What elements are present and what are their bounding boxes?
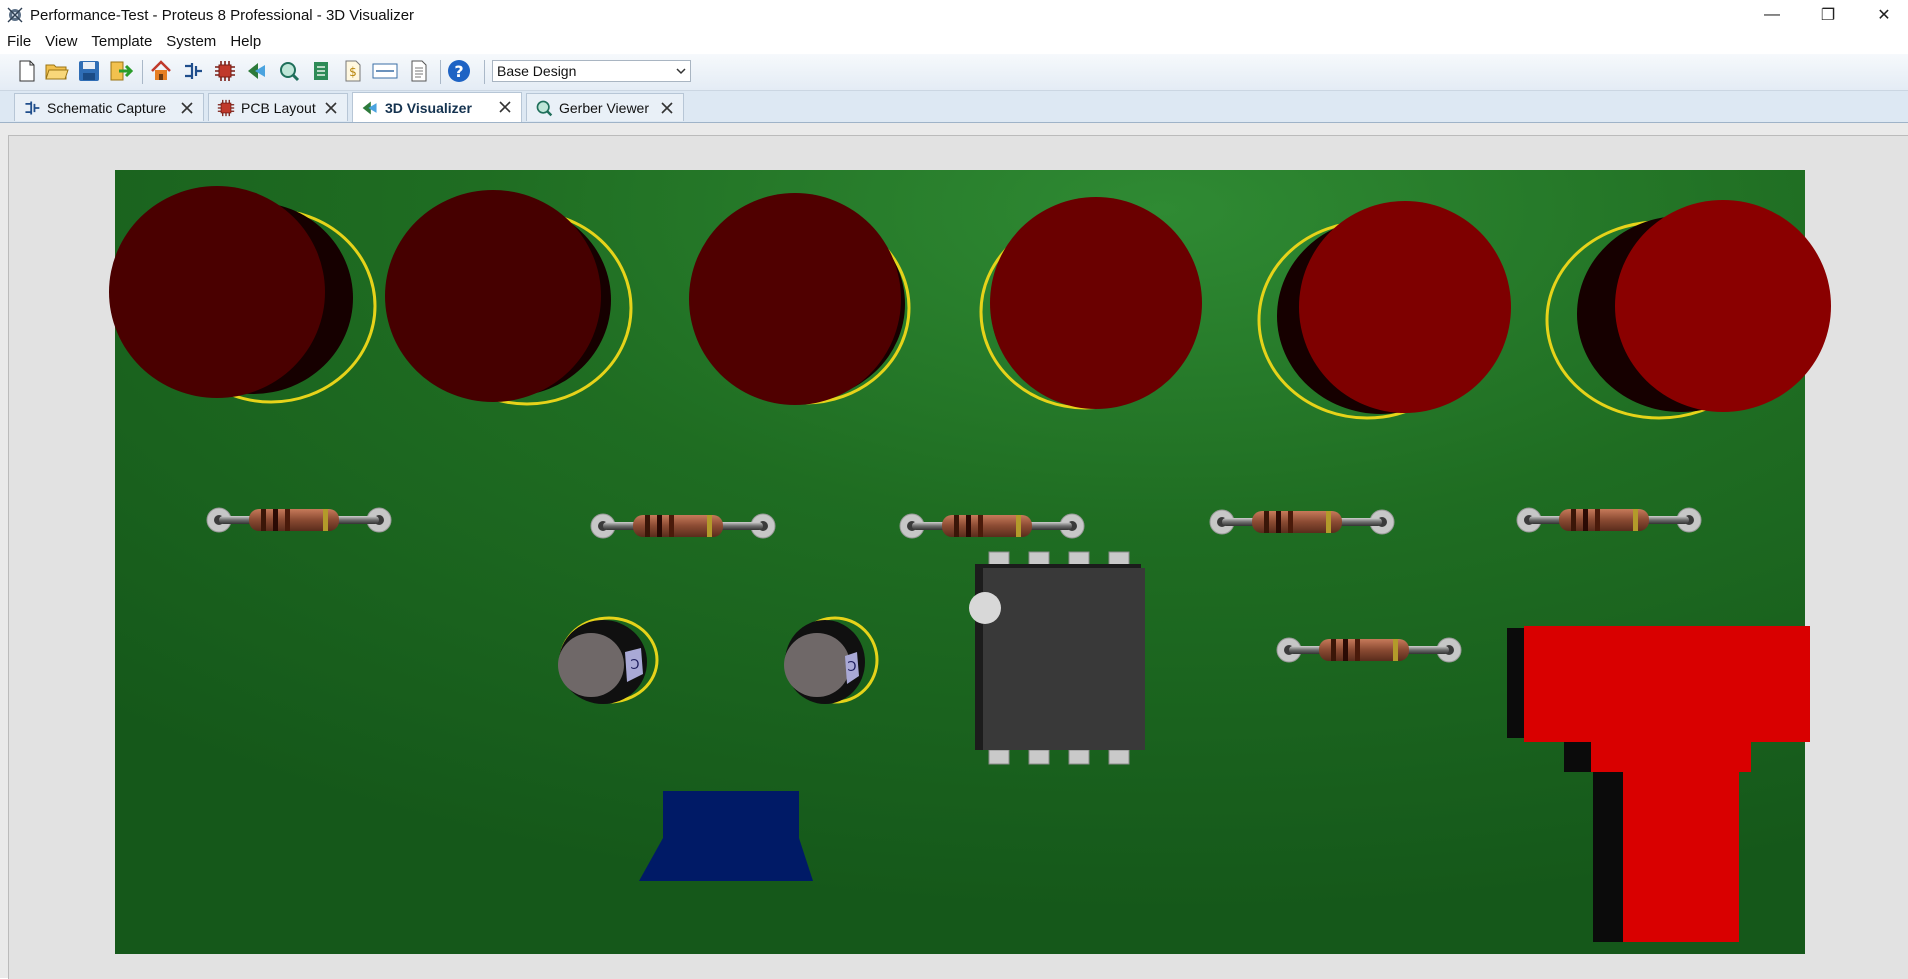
3d-viewport[interactable]: Ɔ Ɔ — [8, 135, 1908, 979]
restore-icon: ❐ — [1820, 7, 1836, 24]
menu-view[interactable]: View — [38, 30, 84, 54]
schematic-icon — [25, 100, 40, 115]
pcb-icon — [217, 99, 235, 116]
save-icon — [79, 61, 99, 81]
svg-text:Ɔ: Ɔ — [847, 660, 856, 675]
open-folder-icon — [45, 64, 69, 80]
tab-gerber-viewer[interactable]: Gerber Viewer — [526, 93, 684, 121]
document-tabs: Schematic Capture PCB Layout 3D Visualiz… — [0, 91, 1908, 123]
import-icon — [110, 61, 133, 81]
menu-help[interactable]: Help — [223, 30, 268, 54]
schematic-button[interactable] — [180, 58, 206, 84]
tab-label: Gerber Viewer — [559, 99, 650, 116]
cost-icon: $ — [345, 60, 361, 82]
capacitor-1: Ɔ — [558, 616, 659, 704]
minimize-icon: — — [1764, 6, 1780, 23]
bom-icon — [314, 62, 328, 80]
gerber-button[interactable] — [276, 58, 302, 84]
main-toolbar: $ ? — [0, 54, 1908, 91]
tab-pcb-layout[interactable]: PCB Layout — [208, 93, 348, 121]
toolbar-separator — [440, 60, 441, 84]
cost-button[interactable]: $ — [340, 58, 366, 84]
notes-button[interactable] — [406, 58, 432, 84]
proteus-app-icon — [7, 7, 23, 23]
svg-text:?: ? — [454, 62, 463, 81]
pcb-3d-scene[interactable]: Ɔ Ɔ — [9, 136, 1908, 979]
menu-file[interactable]: File — [0, 30, 38, 54]
3d-visualizer-icon — [248, 63, 265, 79]
close-icon[interactable] — [659, 100, 675, 116]
pcb-icon — [215, 61, 235, 81]
3d-visualizer-icon — [362, 100, 377, 115]
pcb-board — [115, 170, 1805, 954]
chevron-down-icon — [676, 68, 686, 75]
menu-template[interactable]: Template — [84, 30, 159, 54]
new-file-icon — [19, 60, 35, 82]
toolbar-separator — [484, 60, 485, 84]
help-icon: ? — [448, 60, 470, 82]
title-bar: Performance-Test - Proteus 8 Professiona… — [0, 0, 1908, 30]
tab-label: Schematic Capture — [47, 99, 167, 116]
menu-system[interactable]: System — [159, 30, 223, 54]
blue-component-body — [639, 791, 813, 881]
gerber-icon — [280, 62, 300, 82]
tab-label: 3D Visualizer — [385, 99, 472, 116]
tab-label: PCB Layout — [241, 99, 316, 116]
schematic-icon — [185, 63, 202, 79]
pcb-button[interactable] — [212, 58, 238, 84]
home-button[interactable] — [148, 58, 174, 84]
vsm-debug-button[interactable] — [372, 58, 398, 84]
tab-3d-visualizer[interactable]: 3D Visualizer — [352, 92, 522, 122]
close-icon: ✕ — [1877, 7, 1891, 24]
open-button[interactable] — [44, 58, 70, 84]
svg-text:Ɔ: Ɔ — [630, 658, 639, 673]
menu-bar: File View Template System Help — [0, 30, 1908, 54]
bom-button[interactable] — [308, 58, 334, 84]
gerber-icon — [536, 100, 553, 116]
new-file-button[interactable] — [14, 58, 40, 84]
design-variant-select[interactable]: Base Design — [492, 60, 691, 82]
3d-visualizer-button[interactable] — [244, 58, 270, 84]
restore-button[interactable]: ❐ — [1800, 0, 1856, 30]
save-button[interactable] — [76, 58, 102, 84]
close-button[interactable]: ✕ — [1856, 0, 1908, 30]
home-icon — [151, 60, 171, 80]
vsm-debug-icon — [372, 63, 398, 79]
svg-text:$: $ — [349, 65, 357, 79]
close-icon[interactable] — [179, 100, 195, 116]
help-button[interactable]: ? — [446, 58, 472, 84]
window-title: Performance-Test - Proteus 8 Professiona… — [30, 6, 415, 24]
minimize-button[interactable]: — — [1744, 0, 1800, 30]
import-button[interactable] — [108, 58, 134, 84]
close-icon[interactable] — [323, 100, 339, 116]
notes-icon — [411, 60, 427, 82]
ic-dip8 — [969, 551, 1145, 765]
tab-schematic-capture[interactable]: Schematic Capture — [14, 93, 204, 121]
toolbar-separator — [142, 60, 143, 84]
close-icon[interactable] — [497, 99, 513, 115]
design-variant-value: Base Design — [497, 63, 577, 79]
